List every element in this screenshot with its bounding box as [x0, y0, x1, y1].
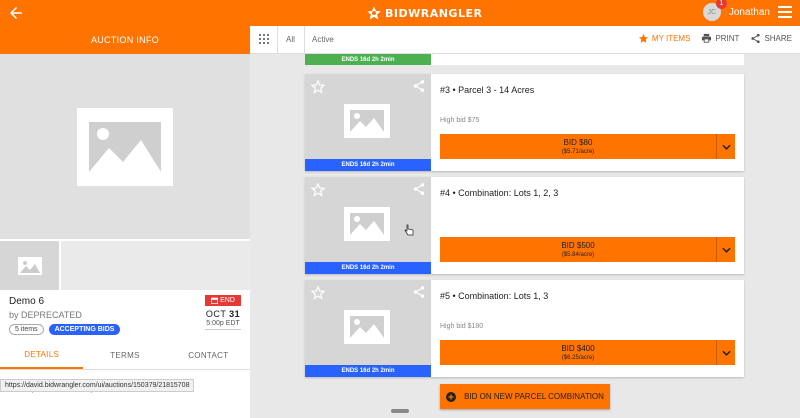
bid-options-button[interactable]	[717, 134, 735, 159]
tab-terms[interactable]: TERMS	[83, 342, 166, 369]
lot-ends: ENDS 16d 2h 2min	[305, 159, 431, 171]
lot-ends: ENDS 16d 2h 2min	[305, 262, 431, 274]
items-chip: 5 items	[9, 324, 44, 335]
tab-contact[interactable]: CONTACT	[167, 342, 250, 369]
bid-label: BID $400	[561, 344, 595, 353]
scroll-handle[interactable]	[391, 409, 409, 413]
auction-meta: Demo 6 by DEPRECATED 5 items ACCEPTING B…	[0, 290, 250, 342]
share-icon[interactable]	[412, 182, 426, 196]
my-items-label: MY ITEMS	[651, 34, 691, 43]
filter-all[interactable]: All	[286, 35, 295, 44]
bid-options-button[interactable]	[717, 340, 735, 365]
chevron-down-icon	[721, 247, 731, 253]
notification-badge: 1	[715, 0, 727, 9]
brand-logo[interactable]: BidWrangler	[366, 5, 482, 21]
lot-image[interactable]: ENDS 16d 2h 2min	[305, 280, 431, 377]
lot-high-bid: High bid $75	[440, 117, 480, 124]
share-icon[interactable]	[412, 79, 426, 93]
image-placeholder-icon	[77, 107, 173, 186]
end-tag: END	[205, 295, 241, 306]
share-label: SHARE	[764, 34, 792, 43]
lot-image[interactable]: ENDS 16d 2h 2min	[305, 74, 431, 171]
auction-end: END OCT 31 5:00p EDT	[205, 295, 241, 330]
bid-button[interactable]: BID $80 ($5.71/acre)	[440, 134, 735, 159]
grid-icon[interactable]	[259, 34, 269, 44]
previous-lot-ends: ENDS 16d 2h 2min	[305, 54, 431, 65]
end-label: END	[220, 297, 235, 304]
calendar-icon	[211, 297, 219, 304]
lot-title[interactable]: #4 • Combination: Lots 1, 2, 3	[440, 188, 558, 198]
avatar[interactable]: JC 1	[702, 0, 727, 21]
bid-label: BID $500	[561, 241, 595, 250]
share-icon	[751, 33, 761, 44]
star-icon[interactable]	[310, 182, 326, 198]
chevron-down-icon	[721, 350, 731, 356]
menu-icon[interactable]	[778, 6, 792, 18]
bid-per-acre: ($5.84/acre)	[561, 252, 595, 258]
hand-cursor-icon	[404, 224, 414, 236]
lot-high-bid: High bid $180	[440, 323, 484, 330]
lot-card[interactable]: ENDS 16d 2h 2min #3 • Parcel 3 - 14 Acre…	[305, 74, 744, 171]
lots-list: ENDS 16d 2h 2min ENDS 16d 2h 2min #3 • P…	[250, 54, 800, 418]
share-button[interactable]: SHARE	[750, 33, 792, 44]
image-placeholder-icon	[344, 310, 390, 344]
status-bar-url: https://david.bidwrangler.com/ui/auction…	[0, 379, 195, 392]
tab-details[interactable]: DETAILS	[0, 342, 84, 369]
plus-circle-icon	[446, 391, 457, 402]
lot-card[interactable]: ENDS 16d 2h 2min #4 • Combination: Lots …	[305, 177, 744, 274]
star-logo-icon	[367, 6, 381, 20]
lot-title[interactable]: #5 • Combination: Lots 1, 3	[440, 291, 548, 301]
print-icon	[702, 33, 712, 43]
my-items-button[interactable]: MY ITEMS	[638, 33, 691, 44]
bid-per-acre: ($5.71/acre)	[561, 149, 595, 155]
lot-title[interactable]: #3 • Parcel 3 - 14 Acres	[440, 85, 534, 95]
bid-options-button[interactable]	[717, 237, 735, 262]
user-menu[interactable]: JC 1 Jonathan	[702, 0, 792, 21]
filter-bar: All Active MY ITEMS PRINT SHARE	[250, 26, 800, 54]
auction-info-panel: AUCTION INFO Demo 6 by DEPRECATED 5 item…	[0, 26, 250, 418]
image-placeholder-icon	[344, 207, 390, 241]
brand-name: BidWrangler	[385, 6, 483, 20]
lot-card[interactable]: ENDS 16d 2h 2min #5 • Combination: Lots …	[305, 280, 744, 377]
new-combination-label: BID ON NEW PARCEL COMBINATION	[464, 392, 604, 401]
bid-button[interactable]: BID $500 ($5.84/acre)	[440, 237, 735, 262]
print-button[interactable]: PRINT	[701, 33, 739, 44]
bid-per-acre: ($6.25/acre)	[561, 355, 595, 361]
end-month: OCT	[205, 309, 227, 319]
end-day: 31	[229, 309, 241, 319]
info-tabs: DETAILS TERMS CONTACT	[0, 342, 250, 370]
status-badge: ACCEPTING BIDS	[48, 324, 121, 335]
filter-active[interactable]: Active	[312, 35, 334, 44]
image-placeholder-icon	[17, 256, 42, 275]
star-icon	[638, 33, 648, 43]
image-placeholder-icon	[344, 104, 390, 138]
star-icon[interactable]	[310, 79, 326, 95]
lot-ends: ENDS 16d 2h 2min	[305, 365, 431, 377]
star-icon[interactable]	[310, 285, 326, 301]
bid-label: BID $80	[563, 138, 593, 147]
bid-button[interactable]: BID $400 ($6.25/acre)	[440, 340, 735, 365]
user-name: Jonathan	[728, 6, 770, 18]
thumbnail-strip	[0, 241, 250, 290]
share-icon[interactable]	[412, 285, 426, 299]
avatar-initials: JC	[707, 8, 717, 16]
new-combination-button[interactable]: BID ON NEW PARCEL COMBINATION	[440, 384, 610, 409]
previous-lot-remainder	[431, 54, 744, 65]
chevron-down-icon	[721, 144, 731, 150]
back-arrow-icon[interactable]	[7, 4, 25, 22]
auction-hero-image[interactable]	[0, 54, 250, 241]
auction-info-tab[interactable]: AUCTION INFO	[0, 26, 250, 54]
print-label: PRINT	[715, 34, 740, 43]
top-bar: BidWrangler JC 1 Jonathan	[0, 0, 800, 26]
thumbnail[interactable]	[0, 241, 61, 290]
end-time: 5:00p EDT	[205, 320, 241, 330]
